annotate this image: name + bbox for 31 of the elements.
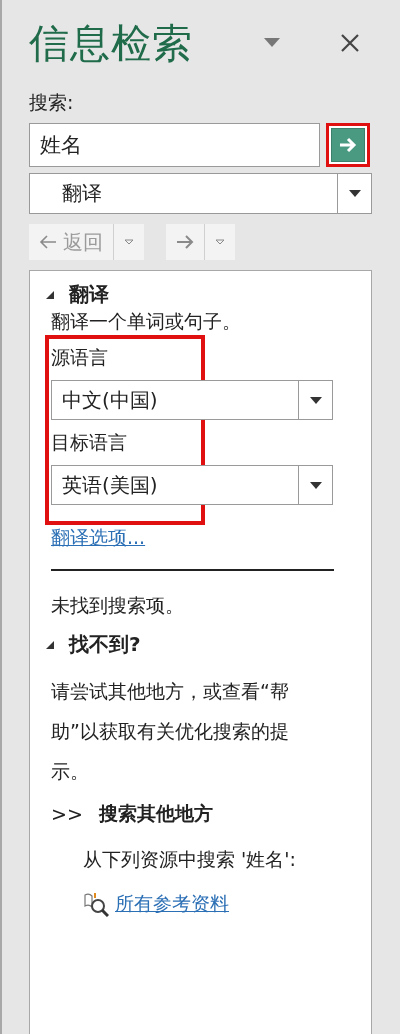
hint-text: 请尝试其他地方，或查看“帮助”以获取有关优化搜索的提示。 (50, 679, 290, 784)
section-heading[interactable]: 翻译 (69, 280, 109, 308)
language-dropdown[interactable]: 中文(中国) (51, 380, 333, 420)
caret-icon (215, 239, 225, 245)
search-label: 搜索: (29, 90, 75, 115)
source-text: 从下列资源中搜索 '姓名': (82, 847, 297, 872)
description-text: 翻译一个单词或句子。 (50, 309, 242, 334)
expand-marker[interactable]: >> (51, 803, 83, 825)
language-label: 目标语言 (51, 430, 128, 455)
dropdown-caret-icon[interactable] (264, 38, 280, 48)
expanded-triangle-icon[interactable] (45, 290, 55, 300)
section-heading[interactable]: 搜索其他地方 (98, 801, 213, 827)
caret-icon (124, 239, 134, 245)
service-dropdown[interactable]: 翻译 (29, 173, 372, 214)
expanded-triangle-icon[interactable] (45, 640, 55, 650)
pane-title: 信息检索 (29, 18, 194, 68)
caret-icon (308, 395, 323, 405)
status-message: 未找到搜索项。 (50, 593, 185, 618)
search-field[interactable]: 姓名 (29, 123, 320, 167)
translation-options-link[interactable]: 翻译选项... (45, 525, 371, 551)
book-magnifier-icon (83, 891, 109, 917)
arrow-icon (338, 137, 358, 153)
caret-icon (308, 480, 323, 490)
language-dropdown[interactable]: 英语(美国) (51, 465, 333, 505)
caret-icon (347, 189, 362, 198)
left-arrow-icon (39, 235, 57, 249)
language-label: 源语言 (51, 345, 109, 370)
section-heading[interactable]: 找不到? (69, 630, 141, 658)
close-icon[interactable] (340, 33, 360, 53)
reference-link[interactable]: 所有参考资料 (115, 891, 229, 917)
right-arrow-icon (176, 235, 194, 249)
